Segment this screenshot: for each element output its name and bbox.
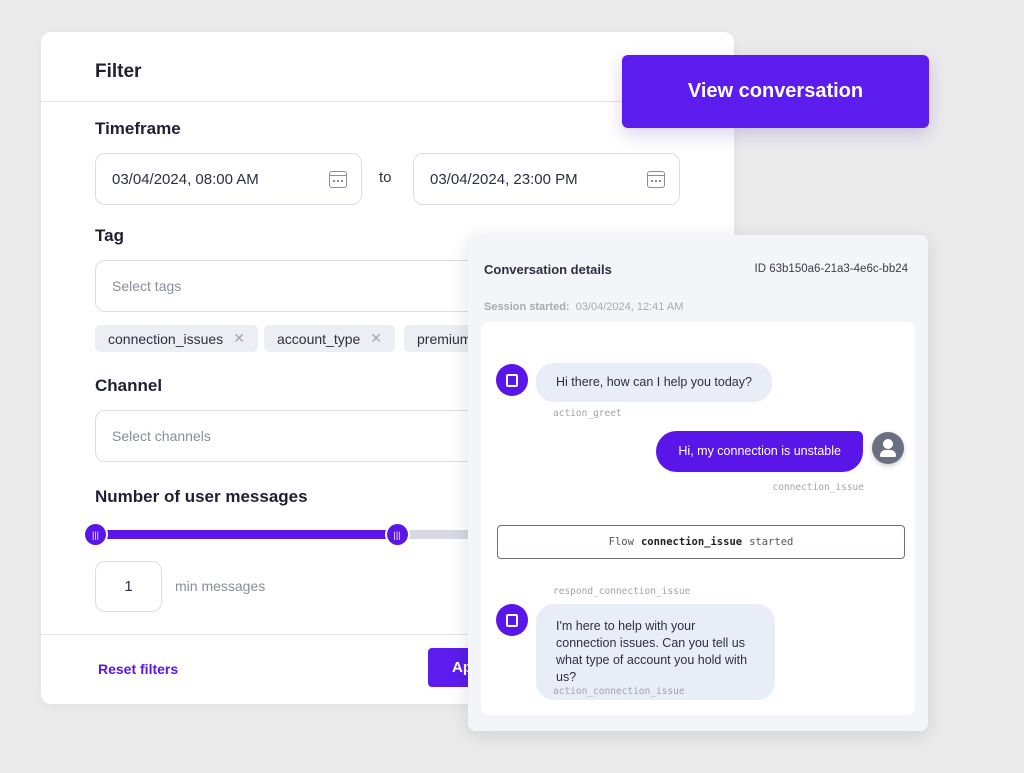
conversation-title: Conversation details [484, 262, 612, 277]
action-label: action_greet [553, 408, 622, 419]
timeframe-from-input[interactable]: 03/04/2024, 08:00 AM [95, 153, 362, 205]
flow-name: connection_issue [640, 536, 743, 548]
bot-message: Hi there, how can I help you today? [536, 363, 772, 402]
bot-avatar-icon [496, 364, 528, 396]
min-value: 1 [124, 578, 133, 595]
user-avatar-icon [872, 432, 904, 464]
action-label: action_connection_issue [553, 686, 685, 697]
tag-placeholder: Select tags [112, 278, 182, 294]
session-value: 03/04/2024, 12:41 AM [575, 301, 684, 313]
to-label: to [379, 169, 392, 186]
session-label: Session started: [484, 301, 570, 313]
conversation-details-panel: Conversation details ID 63b150a6-21a3-4e… [468, 235, 928, 731]
flow-suffix: started [749, 536, 794, 548]
user-message: Hi, my connection is unstable [656, 431, 863, 472]
bot-avatar-icon [496, 604, 528, 636]
tag-text: account_type [277, 330, 361, 347]
action-label: respond_connection_issue [553, 586, 691, 597]
min-messages-label: min messages [175, 578, 266, 594]
slider-max-handle[interactable]: ||| [386, 524, 408, 545]
flow-started-banner: Flow connection_issue started [497, 525, 905, 559]
tag-text: connection_issues [108, 330, 224, 347]
close-icon[interactable]: ✕ [370, 330, 382, 347]
tag-label: Tag [95, 226, 124, 245]
tag-chip: account_type ✕ [264, 325, 396, 352]
tag-text: premium [417, 330, 472, 347]
calendar-icon[interactable] [329, 171, 347, 188]
from-value: 03/04/2024, 08:00 AM [112, 170, 259, 188]
tag-chip: connection_issues ✕ [95, 325, 258, 352]
slider-fill [95, 530, 397, 539]
chat-area: Hi there, how can I help you today? acti… [481, 322, 915, 715]
intent-label: connection_issue [772, 482, 864, 493]
min-messages-input[interactable]: 1 [95, 561, 162, 612]
flow-prefix: Flow [608, 536, 634, 548]
close-icon[interactable]: ✕ [233, 330, 245, 347]
calendar-icon[interactable] [647, 171, 665, 188]
filter-title: Filter [95, 61, 142, 82]
slider-min-handle[interactable]: ||| [85, 524, 106, 545]
to-value: 03/04/2024, 23:00 PM [430, 170, 578, 188]
view-conversation-button[interactable]: View conversation [622, 55, 929, 128]
channel-placeholder: Select channels [112, 428, 211, 444]
conversation-id: ID 63b150a6-21a3-4e6c-bb24 [754, 263, 908, 275]
timeframe-to-input[interactable]: 03/04/2024, 23:00 PM [413, 153, 680, 205]
timeframe-label: Timeframe [95, 119, 181, 138]
session-started: Session started: 03/04/2024, 12:41 AM [484, 301, 683, 313]
reset-filters-link[interactable]: Reset filters [98, 661, 178, 677]
messages-label: Number of user messages [95, 487, 308, 506]
channel-label: Channel [95, 376, 163, 395]
